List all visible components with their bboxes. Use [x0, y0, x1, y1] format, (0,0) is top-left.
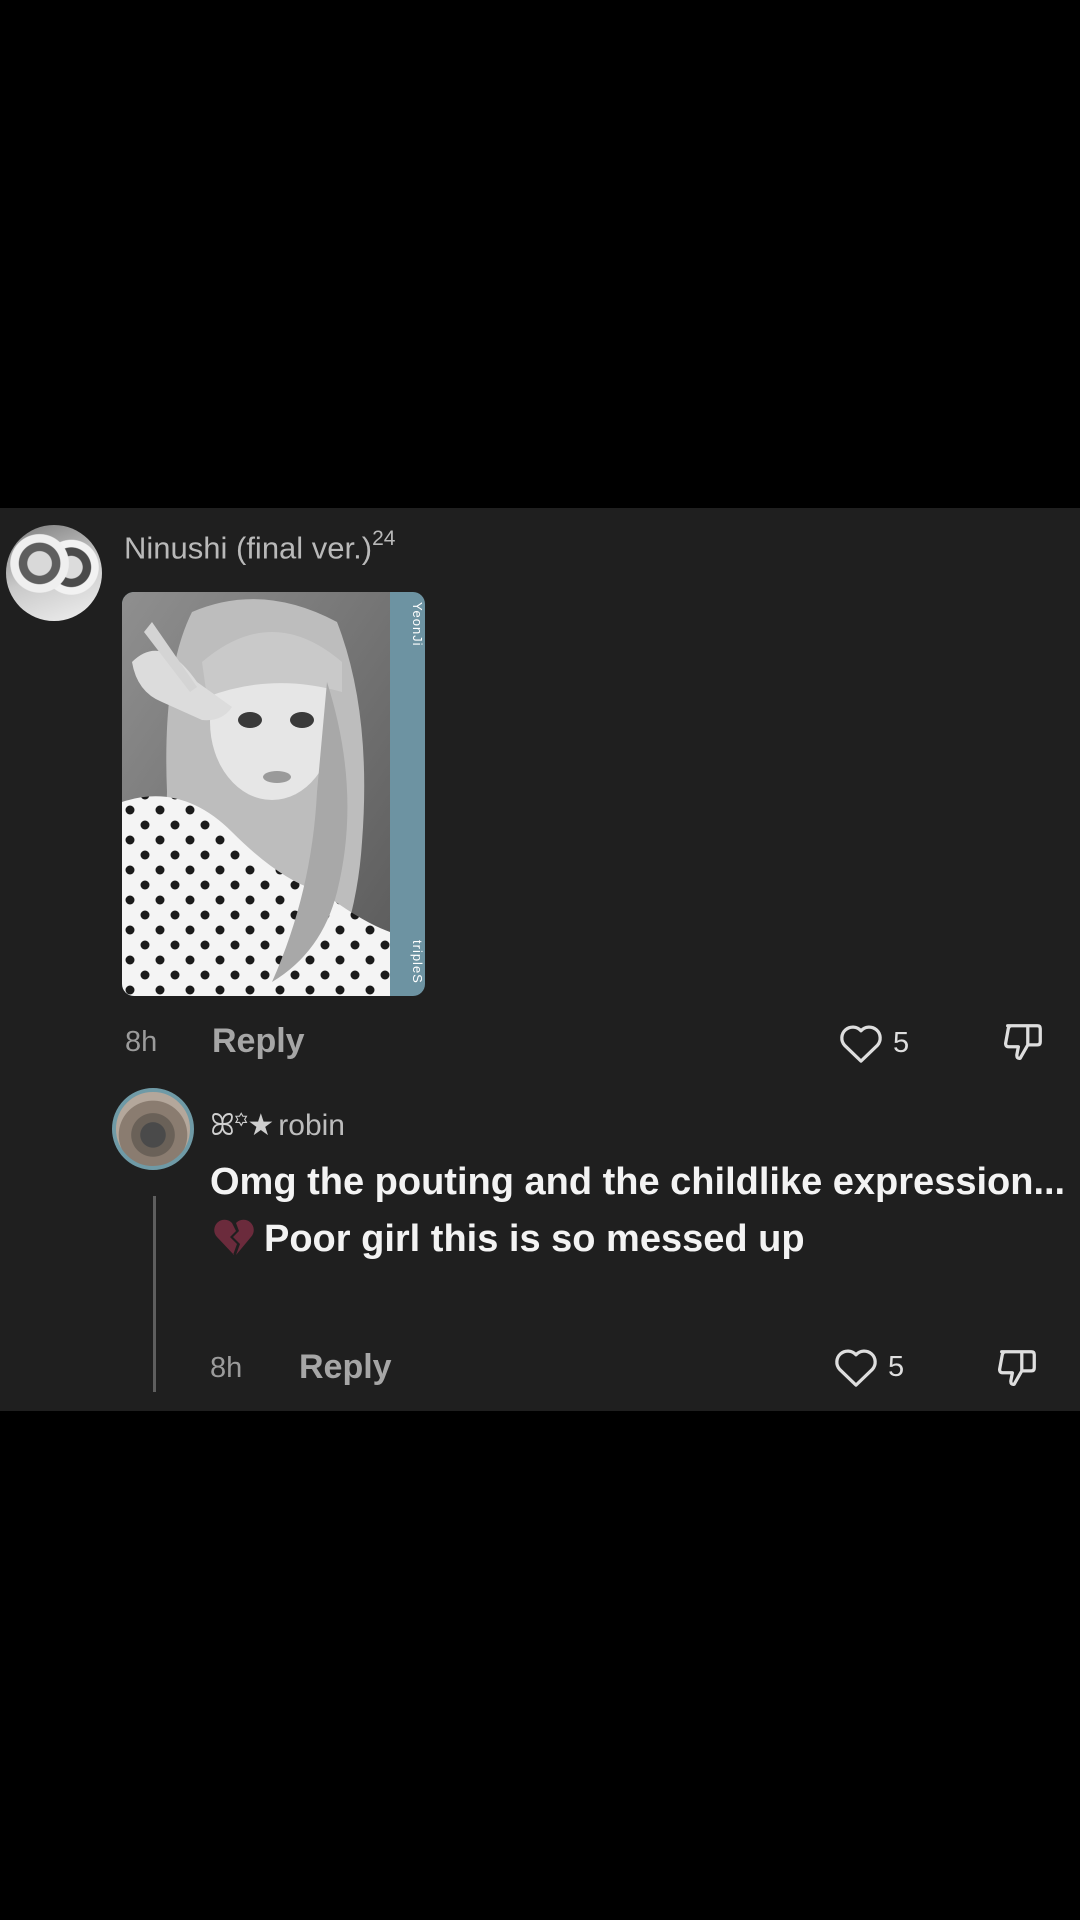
- thread-line: [153, 1196, 156, 1392]
- heart-outline-icon: [835, 1349, 877, 1387]
- reply-commenter-avatar[interactable]: [112, 1088, 194, 1170]
- username-decoration: ꕤ꙳★: [210, 1109, 274, 1142]
- dislike-button[interactable]: [1000, 1019, 1046, 1070]
- comment-text-part-1: Omg the pouting and the childlike expres…: [210, 1161, 1066, 1203]
- reply-comment-text: Omg the pouting and the childlike expres…: [210, 1154, 1070, 1268]
- thumbs-down-icon: [1003, 1024, 1042, 1060]
- photo-card-portrait: [122, 592, 390, 996]
- reply-timestamp: 8h: [210, 1352, 243, 1384]
- like-count: 5: [893, 1026, 910, 1059]
- heart-outline-icon: [840, 1025, 882, 1063]
- like-button[interactable]: 5: [838, 1022, 909, 1064]
- broken-heart-icon: [214, 1219, 254, 1255]
- reply-button[interactable]: Reply: [212, 1022, 305, 1061]
- photo-card-image[interactable]: YeonJi tripleS: [122, 592, 425, 996]
- thumbs-down-icon: [997, 1350, 1036, 1386]
- reply-commenter-username[interactable]: ꕤ꙳★ robin: [210, 1103, 345, 1144]
- like-count-2: 5: [888, 1350, 905, 1383]
- photo-card-photo: [122, 592, 390, 996]
- comment-text-part-2: Poor girl this is so messed up: [264, 1218, 805, 1260]
- dislike-button-2[interactable]: [994, 1345, 1040, 1396]
- reply-username-text: robin: [278, 1109, 345, 1142]
- photo-card-group-label: tripleS: [410, 940, 425, 984]
- commenter-username-text: Ninushi (final ver.): [124, 530, 373, 566]
- reply-button-2[interactable]: Reply: [299, 1348, 392, 1387]
- commenter-username[interactable]: Ninushi (final ver.)24: [124, 527, 396, 566]
- commenter-avatar[interactable]: [6, 525, 102, 621]
- username-superscript: 24: [372, 527, 396, 550]
- photo-card-member-label: YeonJi: [410, 602, 425, 647]
- like-button-2[interactable]: 5: [833, 1346, 904, 1388]
- comment-timestamp: 8h: [125, 1026, 158, 1058]
